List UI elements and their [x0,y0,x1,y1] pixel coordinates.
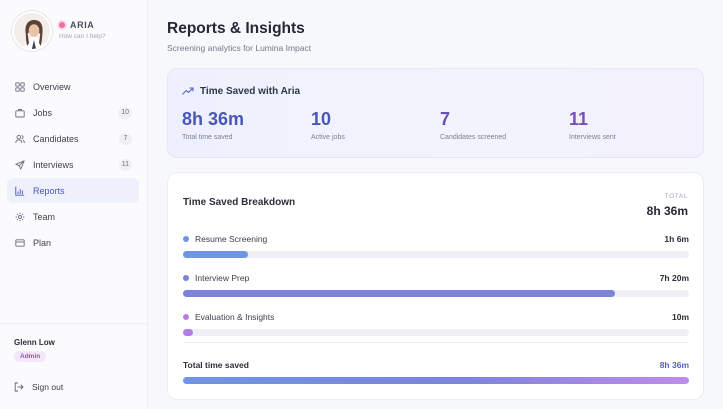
sidebar-item-reports[interactable]: Reports [7,178,139,203]
user-panel: Glenn Low Admin Sign out [0,323,148,409]
total-progress-bar [183,377,689,384]
progress-fill [183,290,615,297]
breakdown-value: 7h 20m [659,273,689,283]
sidebar-item-team[interactable]: Team [7,204,139,229]
gear-icon [15,212,25,222]
trending-up-icon [182,87,194,95]
assistant-avatar [12,11,52,51]
stat-value: 10 [311,109,332,129]
count-badge: 11 [118,158,132,171]
sign-out-button[interactable]: Sign out [14,382,63,392]
main-content: Reports & Insights Screening analytics f… [148,0,723,409]
total-value: 8h 36m [646,204,688,218]
breakdown-row-evaluation-insights: Evaluation & Insights 10m [183,311,689,336]
series-dot [183,236,189,242]
series-dot [183,275,189,281]
grid-icon [15,81,25,92]
stat-label: Interviews sent [569,134,616,141]
stat-candidates-screened: 7 Candidates screened [440,109,506,141]
stat-active-jobs: 10 Active jobs [311,109,345,141]
divider [183,342,689,343]
progress-fill [183,329,193,336]
sign-out-label: Sign out [32,382,64,392]
series-dot [183,314,189,320]
stat-value: 7 [440,109,451,129]
stat-label: Candidates screened [440,134,507,141]
total-label: TOTAL [664,193,688,200]
assistant-name: ARIA [70,19,95,30]
stat-interviews-sent: 11 Interviews sent [569,109,616,141]
sidebar-item-jobs[interactable]: Jobs 10 [7,100,139,125]
briefcase-icon [15,108,25,118]
assistant-tagline: How can I help? [59,32,106,40]
page-subtitle: Screening analytics for Lumina Impact [167,43,312,53]
sidebar-item-plan[interactable]: Plan [7,230,139,255]
card-title: Time Saved Breakdown [183,197,296,208]
card-icon [15,238,25,248]
breakdown-label: Evaluation & Insights [195,312,275,322]
assistant-brand[interactable]: ARIA How can I help? [12,11,106,51]
role-badge: Admin [14,351,47,362]
status-dot [59,21,65,28]
sidebar-item-label: Overview [33,81,71,92]
breakdown-value: 10m [671,312,689,322]
user-name: Glenn Low [14,338,55,347]
bar-chart-icon [15,186,25,196]
sidebar-nav: Overview Jobs 10 Candidates 7 Interviews… [7,74,139,256]
breakdown-value: 1h 6m [664,234,689,244]
sidebar-item-label: Team [33,211,56,222]
count-badge: 10 [118,106,132,119]
sidebar: ARIA How can I help? Overview Jobs 10 Ca… [0,0,148,409]
stat-label: Total time saved [182,134,233,141]
page-title: Reports & Insights [167,20,305,37]
sidebar-item-label: Candidates [33,133,79,144]
sign-out-icon [14,382,24,392]
stat-value: 8h 36m [182,109,245,129]
summary-title: Time Saved with Aria [200,85,301,97]
sidebar-item-label: Interviews [33,159,74,170]
stat-total-time: 8h 36m Total time saved [182,109,244,141]
send-icon [15,159,25,170]
total-time-label: Total time saved [183,360,249,370]
sidebar-item-label: Jobs [33,107,53,118]
count-badge: 7 [119,132,132,145]
time-saved-summary: Time Saved with Aria 8h 36m Total time s… [167,68,704,158]
progress-fill [183,251,248,258]
progress-track [183,251,689,258]
stat-value: 11 [569,109,589,129]
stat-label: Active jobs [311,134,345,141]
time-saved-breakdown-card: Time Saved Breakdown TOTAL 8h 36m Resume… [167,172,704,400]
sidebar-item-label: Plan [33,237,52,248]
progress-track [183,329,689,336]
breakdown-row-resume-screening: Resume Screening 1h 6m [183,233,689,258]
progress-track [183,290,689,297]
breakdown-label: Interview Prep [195,273,250,283]
sidebar-item-label: Reports [33,185,65,196]
sidebar-item-candidates[interactable]: Candidates 7 [7,126,139,151]
total-time-value: 8h 36m [659,360,689,370]
users-icon [15,134,25,144]
breakdown-label: Resume Screening [195,234,268,244]
breakdown-row-interview-prep: Interview Prep 7h 20m [183,272,689,297]
sidebar-item-overview[interactable]: Overview [7,74,139,99]
sidebar-item-interviews[interactable]: Interviews 11 [7,152,139,177]
